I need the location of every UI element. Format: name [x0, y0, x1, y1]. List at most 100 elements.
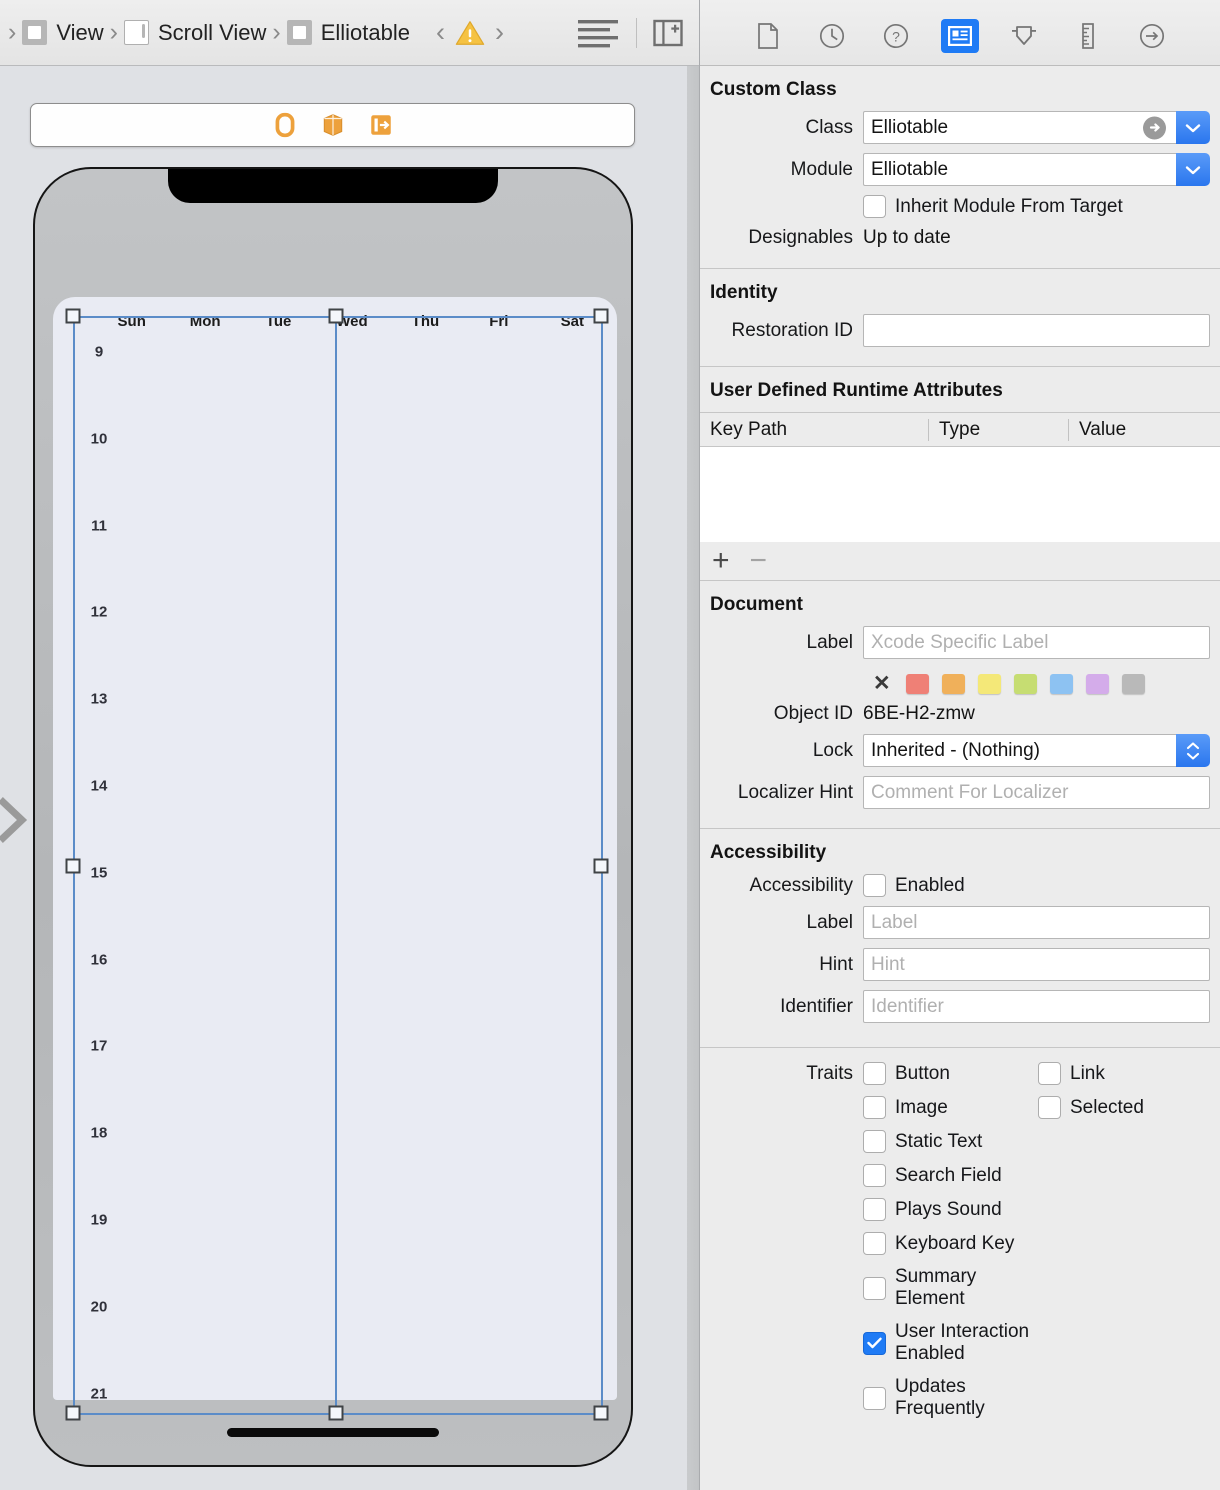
identity-inspector-icon[interactable]: [941, 18, 979, 53]
hour-label: 9: [94, 343, 104, 361]
trait-cell: Static Text: [863, 1130, 1038, 1153]
localizer-hint-input[interactable]: [863, 776, 1210, 809]
accessibility-enabled-checkbox[interactable]: [863, 874, 886, 897]
trait-item[interactable]: User Interaction Enabled: [863, 1321, 1038, 1365]
canvas-pane: › View › Scroll View › Elliotable ‹ › Su…: [0, 0, 700, 1490]
trait-label: Updates Frequently: [895, 1376, 985, 1419]
warning-triangle-icon[interactable]: [455, 20, 485, 46]
section-title: Accessibility: [710, 842, 827, 863]
trait-item[interactable]: Summary Element: [863, 1266, 1038, 1310]
attributes-inspector-icon[interactable]: [1005, 19, 1043, 53]
quick-help-inspector-icon[interactable]: ?: [877, 19, 915, 53]
trait-checkbox[interactable]: [863, 1331, 886, 1355]
trait-item[interactable]: Keyboard Key: [863, 1232, 1014, 1255]
trait-item[interactable]: Static Text: [863, 1130, 982, 1153]
accessibility-label-input[interactable]: [863, 906, 1210, 939]
resize-handle-middle-right[interactable]: [593, 858, 609, 874]
trait-row: Static Text: [700, 1130, 1220, 1153]
trait-item[interactable]: Selected: [1038, 1096, 1144, 1119]
resize-handle-middle-left[interactable]: [65, 858, 81, 874]
trait-item[interactable]: Updates Frequently: [863, 1376, 1038, 1420]
color-chip-blue[interactable]: [1049, 673, 1073, 694]
add-editor-pane-icon[interactable]: [653, 18, 683, 48]
class-dropdown-button[interactable]: [1176, 111, 1210, 144]
history-inspector-icon[interactable]: [813, 19, 851, 53]
resize-handle-bottom-center[interactable]: [328, 1405, 344, 1421]
section-title: Custom Class: [710, 79, 837, 100]
trait-checkbox[interactable]: [863, 1130, 886, 1153]
device-notch: [168, 169, 498, 203]
chevron-right-icon[interactable]: [0, 790, 32, 850]
connections-inspector-icon[interactable]: [1133, 19, 1171, 53]
size-inspector-icon[interactable]: [1069, 19, 1107, 53]
class-combo[interactable]: [863, 111, 1210, 144]
color-chip-purple[interactable]: [1085, 673, 1109, 694]
jump-to-definition-icon[interactable]: [1143, 116, 1166, 139]
breadcrumb-item-view[interactable]: View: [22, 0, 104, 65]
lock-stepper-icon[interactable]: [1176, 734, 1210, 767]
color-chip-yellow[interactable]: [977, 673, 1001, 694]
trait-row: Keyboard Key: [700, 1232, 1220, 1255]
module-dropdown-button[interactable]: [1176, 153, 1210, 186]
clear-color-icon[interactable]: ✕: [873, 673, 891, 694]
trait-checkbox[interactable]: [1038, 1096, 1061, 1119]
trait-checkbox[interactable]: [1038, 1062, 1061, 1085]
resize-handle-bottom-right[interactable]: [593, 1405, 609, 1421]
hour-label: 21: [90, 1385, 108, 1400]
trait-checkbox[interactable]: [863, 1096, 886, 1119]
exit-icon[interactable]: [368, 112, 394, 138]
inherit-module-row: Inherit Module From Target: [700, 195, 1210, 218]
first-responder-icon[interactable]: [320, 112, 346, 138]
trait-label: Keyboard Key: [895, 1232, 1015, 1254]
accessibility-identifier-input[interactable]: [863, 990, 1210, 1023]
trait-checkbox[interactable]: [863, 1164, 886, 1187]
inherit-module-checkbox[interactable]: [863, 195, 886, 218]
accessibility-hint-input[interactable]: [863, 948, 1210, 981]
lock-value[interactable]: [863, 734, 1176, 767]
document-label-input[interactable]: [863, 626, 1210, 659]
module-input[interactable]: [863, 153, 1176, 186]
breadcrumb-item-elliotable[interactable]: Elliotable: [286, 0, 410, 65]
trait-item[interactable]: Button: [863, 1062, 950, 1085]
view-controller-icon[interactable]: [272, 112, 298, 138]
file-inspector-icon[interactable]: [749, 19, 787, 53]
previous-issue-button[interactable]: ‹: [428, 17, 453, 48]
trait-checkbox[interactable]: [863, 1386, 886, 1410]
breadcrumb-item-scroll-view[interactable]: Scroll View: [123, 0, 266, 65]
trait-label: Image: [895, 1096, 948, 1118]
resize-handle-top-center[interactable]: [328, 308, 344, 324]
document-items-icon[interactable]: [576, 18, 620, 48]
trait-item[interactable]: Plays Sound: [863, 1198, 1002, 1221]
color-chip-red[interactable]: [905, 673, 929, 694]
trait-checkbox[interactable]: [863, 1276, 886, 1300]
color-chip-gray[interactable]: [1121, 673, 1145, 694]
class-label: Class: [805, 116, 853, 138]
lock-select[interactable]: [863, 734, 1210, 767]
restoration-id-input[interactable]: [863, 314, 1210, 347]
class-input[interactable]: [863, 111, 1176, 144]
trait-item[interactable]: Image: [863, 1096, 948, 1119]
runtime-attributes-table[interactable]: [700, 447, 1220, 542]
trait-label: Search Field: [895, 1164, 1002, 1186]
remove-attribute-button[interactable]: −: [750, 546, 768, 576]
trait-checkbox[interactable]: [863, 1232, 886, 1255]
trait-checkbox[interactable]: [863, 1062, 886, 1085]
module-combo[interactable]: [863, 153, 1210, 186]
trait-item[interactable]: Search Field: [863, 1164, 1002, 1187]
color-chip-orange[interactable]: [941, 673, 965, 694]
add-attribute-button[interactable]: +: [712, 546, 730, 576]
trait-label: Summary Element: [895, 1266, 977, 1309]
section-title: Identity: [710, 282, 778, 303]
accessibility-label-label: Label: [806, 911, 854, 933]
pane-resize-strip[interactable]: [687, 66, 699, 1490]
identity-section: Identity Restoration ID: [700, 269, 1220, 367]
resize-handle-top-right[interactable]: [593, 308, 609, 324]
jump-bar: › View › Scroll View › Elliotable ‹ ›: [0, 0, 699, 66]
resize-handle-bottom-left[interactable]: [65, 1405, 81, 1421]
trait-checkbox[interactable]: [863, 1198, 886, 1221]
next-issue-button[interactable]: ›: [487, 17, 512, 48]
resize-handle-top-left[interactable]: [65, 308, 81, 324]
color-chip-green[interactable]: [1013, 673, 1037, 694]
trait-item[interactable]: Link: [1038, 1062, 1105, 1085]
object-id-row: Object ID 6BE-H2-zmw: [700, 703, 1210, 725]
